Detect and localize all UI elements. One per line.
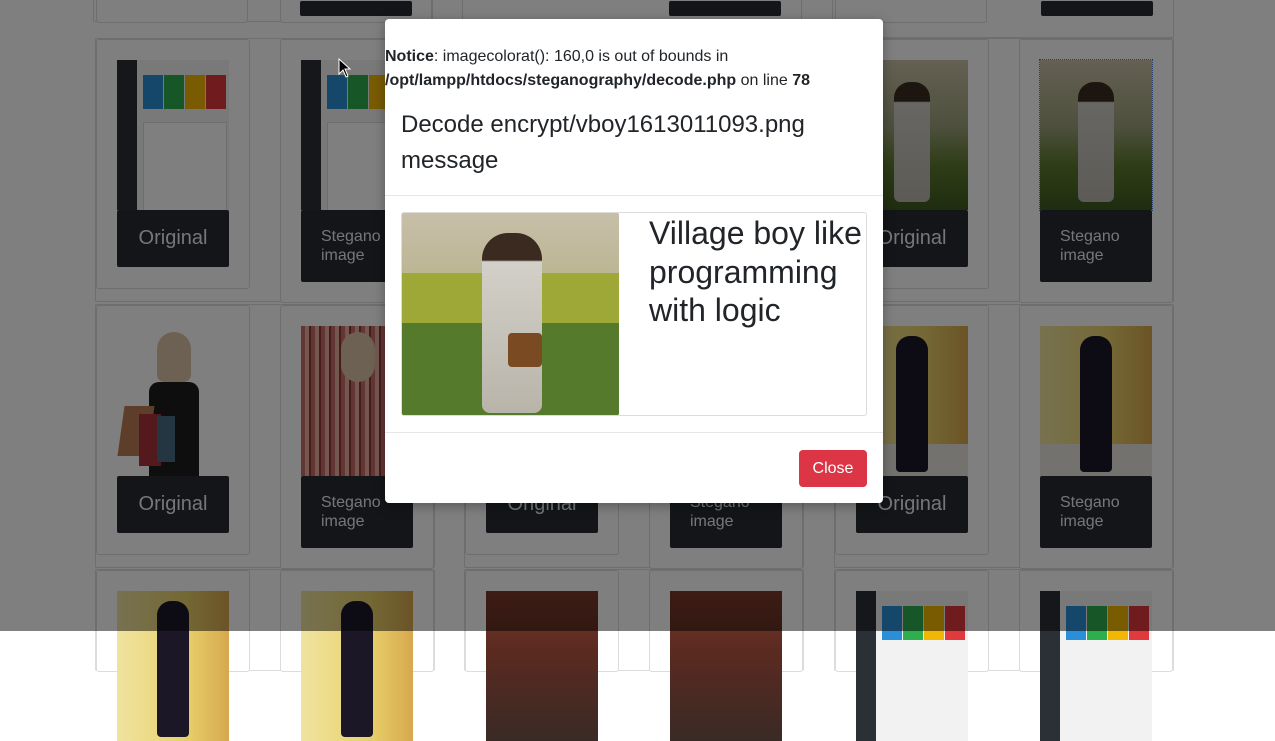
notice-message: : imagecolorat(): 160,0 is out of bounds… xyxy=(433,48,729,65)
notice-on-line: on line xyxy=(736,72,793,89)
close-button[interactable]: Close xyxy=(799,450,867,487)
modal-footer-divider xyxy=(385,432,883,433)
decoded-message: Village boy like programming with logic xyxy=(649,215,862,328)
decoded-image xyxy=(402,213,619,415)
decode-modal: Notice: imagecolorat(): 160,0 is out of … xyxy=(385,19,883,503)
modal-header-divider xyxy=(385,195,883,196)
notice-prefix: Notice xyxy=(385,48,434,65)
mouse-cursor-icon xyxy=(338,58,352,78)
php-notice: Notice: imagecolorat(): 160,0 is out of … xyxy=(385,45,877,93)
notice-path: /opt/lampp/htdocs/steganography/decode.p… xyxy=(385,72,737,89)
modal-title: Decode encrypt/vboy1613011093.png messag… xyxy=(401,111,805,174)
notice-line-number: 78 xyxy=(792,72,810,89)
